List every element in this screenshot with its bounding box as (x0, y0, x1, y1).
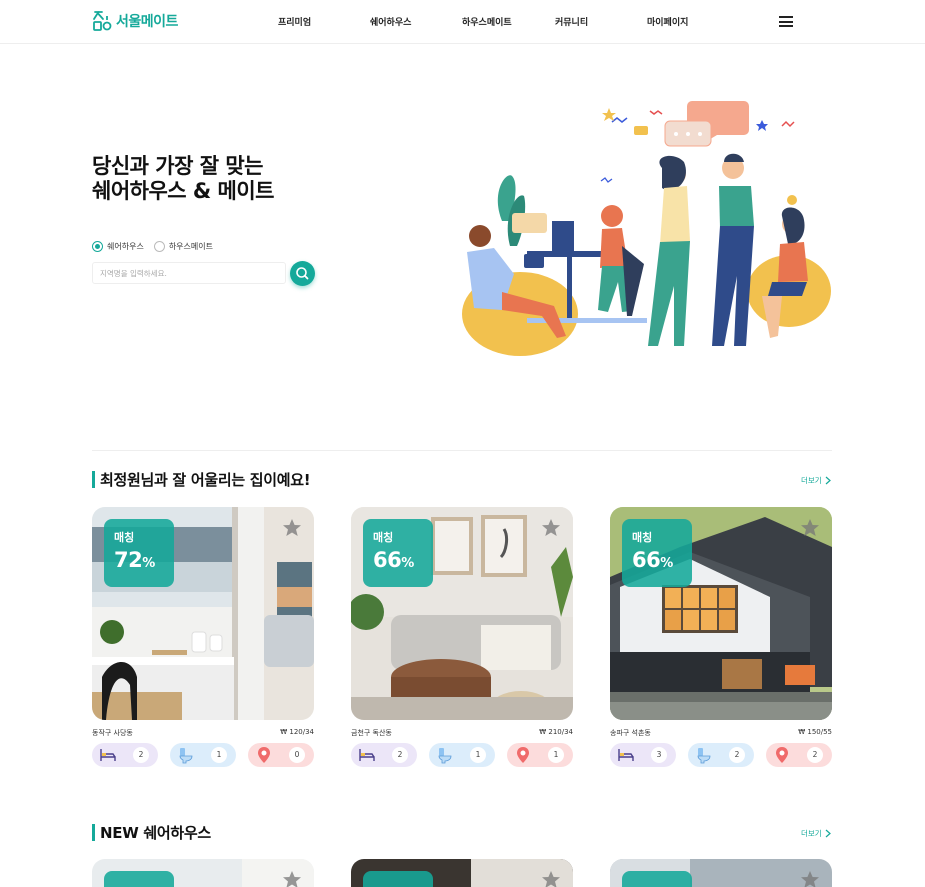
star-icon[interactable] (800, 518, 820, 538)
hero-illustration (462, 101, 831, 356)
toilet-icon (179, 748, 193, 764)
bath-count: 1 (211, 747, 227, 763)
hamburger-menu-icon[interactable] (779, 16, 793, 27)
card-location: 송파구 석촌동 (610, 729, 651, 737)
nav-premium[interactable]: 프리미엄 (278, 15, 311, 28)
bath-count: 2 (729, 747, 745, 763)
location-pin-icon (776, 747, 788, 763)
card-location: 금천구 독산동 (351, 729, 392, 737)
match-label: 매칭 (632, 531, 653, 544)
toilet-icon (697, 748, 711, 764)
nav-sharehouse[interactable]: 쉐어하우스 (370, 15, 411, 28)
bath-count: 1 (470, 747, 486, 763)
bath-count-pill: 2 (688, 743, 754, 767)
match-label: 매칭 (114, 531, 135, 544)
location-pin-icon (258, 747, 270, 763)
section-title-text: NEW 쉐어하우스 (100, 824, 211, 842)
chevron-right-icon (825, 476, 831, 485)
match-badge (363, 871, 433, 887)
card-feature-pills: 2 1 1 (351, 743, 573, 767)
bath-count-pill: 1 (170, 743, 236, 767)
match-badge: 매칭 66% (363, 519, 433, 587)
spot-count: 0 (289, 747, 305, 763)
star-icon[interactable] (541, 870, 561, 887)
bed-icon (359, 749, 375, 761)
section-accent-bar (92, 824, 95, 841)
room-count: 3 (651, 747, 667, 763)
house-card[interactable] (92, 859, 314, 887)
radio-label-housemate: 하우스메이트 (168, 242, 213, 251)
radio-selected-dot[interactable] (92, 241, 103, 252)
more-link-label: 더보기 (801, 829, 822, 838)
match-label: 매칭 (373, 531, 394, 544)
radio-unselected-dot[interactable] (153, 241, 165, 252)
room-count: 2 (392, 747, 408, 763)
radio-sharehouse[interactable]: 쉐어하우스 (92, 241, 144, 252)
site-header: 서울메이트 프리미엄 쉐어하우스 하우스메이트 커뮤니티 마이페이지 (0, 0, 925, 44)
match-badge: 매칭 66% (622, 519, 692, 587)
star-icon[interactable] (541, 518, 561, 538)
nav-community[interactable]: 커뮤니티 (555, 15, 588, 28)
star-icon[interactable] (800, 870, 820, 887)
card-price: ₩ 210/34 (539, 728, 573, 736)
section-accent-bar (92, 471, 95, 488)
spot-count-pill: 0 (248, 743, 314, 767)
match-percent: 66% (373, 548, 414, 572)
radio-housemate[interactable]: 하우스메이트 (153, 241, 213, 252)
spot-count-pill: 1 (507, 743, 573, 767)
card-price: ₩ 120/34 (280, 728, 314, 736)
star-icon[interactable] (282, 518, 302, 538)
radio-label-sharehouse: 쉐어하우스 (107, 242, 144, 251)
search-icon (296, 267, 309, 280)
room-count: 2 (133, 747, 149, 763)
card-feature-pills: 2 1 0 (92, 743, 314, 767)
room-count-pill: 3 (610, 743, 676, 767)
bed-icon (100, 749, 116, 761)
more-link-label: 더보기 (801, 476, 822, 485)
spot-count: 1 (548, 747, 564, 763)
spot-count-pill: 2 (766, 743, 832, 767)
card-price: ₩ 150/55 (798, 728, 832, 736)
bed-icon (618, 749, 634, 761)
nav-housemate[interactable]: 하우스메이트 (462, 15, 512, 28)
section-divider (92, 450, 832, 451)
card-feature-pills: 3 2 2 (610, 743, 832, 767)
chevron-right-icon (825, 829, 831, 838)
section-title-new: NEW 쉐어하우스 (92, 822, 211, 843)
match-badge (622, 871, 692, 887)
search-button[interactable] (290, 261, 315, 286)
match-badge: 매칭 72% (104, 519, 174, 587)
house-card[interactable] (351, 859, 573, 887)
match-badge (104, 871, 174, 887)
room-count-pill: 2 (351, 743, 417, 767)
nav-mypage[interactable]: 마이페이지 (647, 15, 688, 28)
match-percent: 66% (632, 548, 673, 572)
room-count-pill: 2 (92, 743, 158, 767)
search-type-radio-group: 쉐어하우스 하우스메이트 (92, 241, 217, 252)
match-percent: 72% (114, 548, 155, 572)
house-card[interactable] (610, 859, 832, 887)
more-link-new[interactable]: 더보기 (801, 828, 831, 839)
section-title-recommend: 최정원님과 잘 어울리는 집이예요! (92, 469, 311, 490)
location-pin-icon (517, 747, 529, 763)
card-location: 동작구 사당동 (92, 729, 133, 737)
bath-count-pill: 1 (429, 743, 495, 767)
section-title-text: 최정원님과 잘 어울리는 집이예요! (100, 471, 311, 489)
toilet-icon (438, 748, 452, 764)
spot-count: 2 (807, 747, 823, 763)
star-icon[interactable] (282, 870, 302, 887)
more-link-recommend[interactable]: 더보기 (801, 475, 831, 486)
hero-title: 당신과 가장 잘 맞는 쉐어하우스 & 메이트 (92, 154, 275, 203)
region-search-input[interactable] (92, 262, 286, 284)
